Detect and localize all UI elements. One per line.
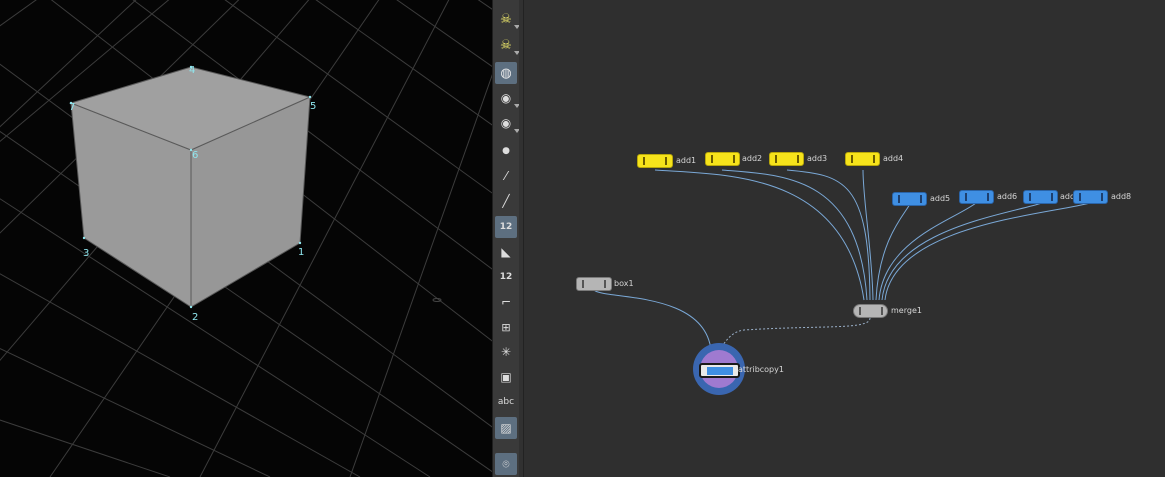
node-label-merge1: merge1 [891, 306, 922, 315]
point-label-4: 4 [189, 65, 196, 76]
add-node-icon [850, 155, 875, 163]
node-add4[interactable] [845, 152, 880, 166]
dot-icon: ● [502, 146, 510, 156]
display-numbers-tool-button[interactable]: 12 [495, 216, 517, 238]
paint-tool-button[interactable]: ◣ [495, 241, 517, 263]
curve-tool-button[interactable]: ⌐ [495, 291, 517, 313]
camera-tool-button[interactable]: ◉ [495, 87, 520, 109]
eye-brush-icon: ◉ [500, 91, 512, 105]
eye-render-icon: ◉ [500, 116, 512, 130]
node-label-add3: add3 [807, 154, 828, 163]
vector-icon: ✳ [500, 345, 512, 359]
snap-icon: ⊞ [501, 320, 511, 334]
point-tool-button[interactable]: ● [495, 140, 517, 162]
square-icon: ▣ [500, 370, 512, 384]
node-label-box1: box1 [614, 279, 634, 288]
viewport-toolbar: ☠ ☠ ◍ ◉ ◉ ● ⁄ ╱ 12 ◣ 12 ⌐ ⊞ ✳ ▣ abc ▨ ⌾ [492, 0, 520, 477]
add-node-icon [897, 195, 922, 203]
background-tool-button[interactable]: ▨ [495, 417, 517, 439]
text-icon: abc [497, 397, 515, 407]
scene-viewport[interactable]: 4 7 5 6 3 1 2 [0, 0, 492, 477]
skull-eye-icon: ☠ [500, 37, 512, 53]
point-label-5: 5 [310, 101, 317, 112]
skull-icon: ☠ [500, 11, 512, 27]
node-add5[interactable] [892, 192, 927, 206]
bucket-icon: ◣ [501, 245, 511, 259]
node-network-editor[interactable]: add1 add2 add3 add4 add5 add6 add7 add8 … [524, 0, 1165, 477]
add-node-icon [1078, 193, 1103, 201]
vector-tool-button[interactable]: ✳ [495, 341, 517, 363]
add-node-icon [710, 155, 735, 163]
node-add2[interactable] [705, 152, 740, 166]
node-add3[interactable] [769, 152, 804, 166]
prim-number-icon: 12 [499, 272, 513, 282]
node-add1[interactable] [637, 154, 673, 168]
node-attribcopy1[interactable] [699, 363, 740, 378]
point-label-1: 1 [298, 247, 305, 258]
node-label-attribcopy1: attribcopy1 [738, 365, 784, 374]
brush-icon: ⁄ [504, 169, 507, 183]
node-label-add5: add5 [930, 194, 951, 203]
point-label-3: 3 [83, 248, 90, 259]
text-tool-button[interactable]: abc [495, 391, 517, 413]
node-add6[interactable] [959, 190, 994, 204]
point-label-2: 2 [192, 312, 199, 323]
point-label-6: 6 [192, 150, 199, 161]
node-box1[interactable] [576, 277, 612, 291]
box-tool-button[interactable]: ▣ [495, 366, 517, 388]
dropper-icon: ╱ [502, 194, 510, 208]
view-tool-button[interactable]: ☠ [495, 34, 520, 56]
node-label-add2: add2 [742, 154, 763, 163]
render-tool-button[interactable]: ◉ [495, 112, 520, 134]
brush-tool-button[interactable]: ⁄ [495, 165, 517, 187]
add-node-icon [1028, 193, 1053, 201]
globe-icon: ◍ [500, 65, 512, 81]
point-number-icon: 12 [499, 222, 513, 232]
grid-floor [0, 0, 492, 477]
handle-tool-button[interactable]: ◍ [495, 62, 517, 84]
node-label-add4: add4 [883, 154, 904, 163]
select-tool-button[interactable]: ☠ [495, 8, 520, 30]
node-label-add6: add6 [997, 192, 1018, 201]
location-tool-button[interactable]: ⌾ [495, 453, 517, 475]
attribcopy-node-icon [706, 366, 733, 375]
snap-tool-button[interactable]: ⊞ [495, 316, 517, 338]
add-node-icon [774, 155, 799, 163]
node-add7[interactable] [1023, 190, 1058, 204]
prim-numbers-tool-button[interactable]: 12 [495, 266, 517, 288]
node-label-add8: add8 [1111, 192, 1132, 201]
pin-icon: ⌾ [502, 456, 510, 471]
curve-icon: ⌐ [500, 295, 512, 309]
add-node-icon [643, 157, 667, 165]
dropper-tool-button[interactable]: ╱ [495, 190, 517, 212]
add-node-icon [964, 193, 989, 201]
node-add8[interactable] [1073, 190, 1108, 204]
point-label-7: 7 [69, 102, 76, 113]
box-node-icon [582, 280, 606, 288]
network-wires [593, 169, 1091, 395]
cube-mesh [69, 66, 312, 308]
merge-node-icon [858, 307, 883, 315]
image-icon: ▨ [500, 421, 512, 435]
node-label-add1: add1 [676, 156, 697, 165]
node-merge1[interactable] [853, 304, 888, 318]
